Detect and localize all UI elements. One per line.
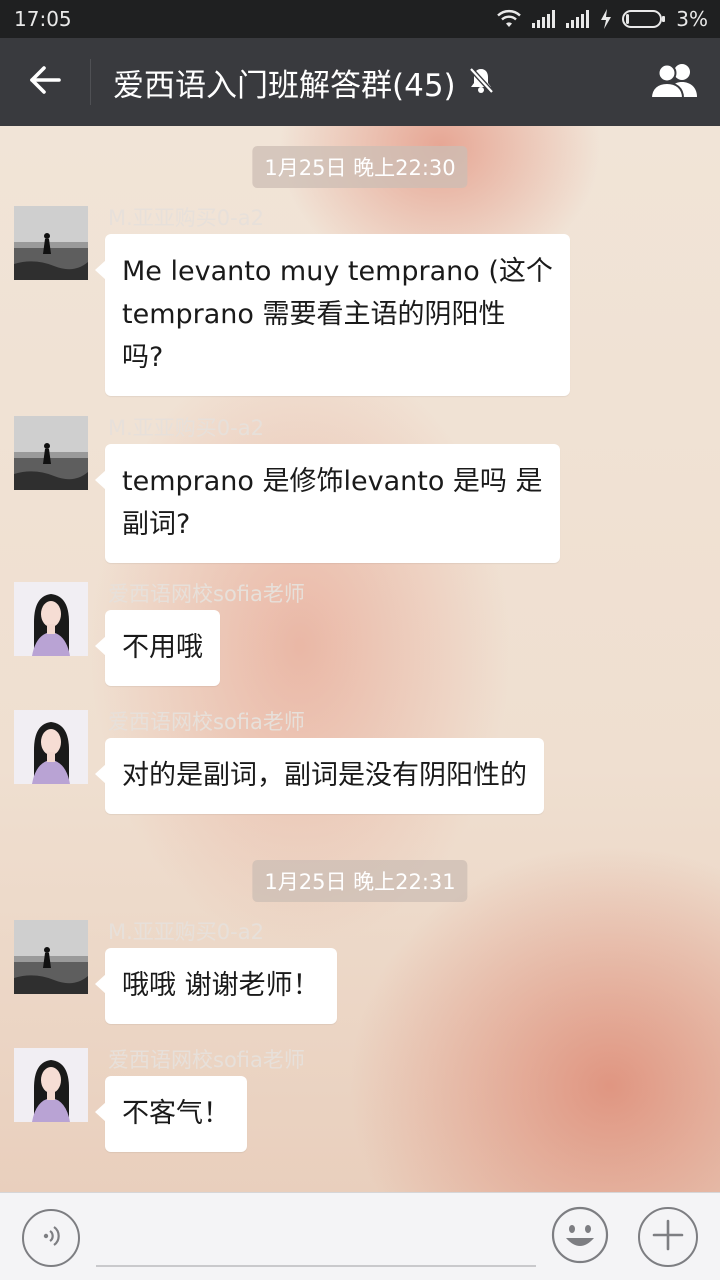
back-arrow-icon	[28, 65, 62, 99]
chat-header: 爱西语入门班解答群(45)	[0, 38, 720, 126]
message-line: temprano 需要看主语的阴阳性	[122, 299, 506, 330]
emoji-button[interactable]	[550, 1206, 610, 1268]
avatar-woman[interactable]	[14, 1048, 88, 1122]
message-bubble[interactable]: 不客气！	[95, 1076, 247, 1152]
timestamp: 1月25日 晚上22:31	[252, 860, 468, 902]
plus-icon	[652, 1219, 684, 1255]
status-icons: 3%	[496, 7, 708, 31]
message-line: 不用哦	[122, 632, 203, 663]
input-bar	[0, 1192, 720, 1280]
signal-icon	[532, 10, 556, 28]
sender-name: 爱西语网校sofia老师	[108, 582, 305, 606]
message-bubble[interactable]: 不用哦	[95, 610, 220, 686]
message-input[interactable]	[96, 1209, 536, 1267]
avatar-beach[interactable]	[14, 416, 88, 490]
battery-percent: 3%	[676, 7, 708, 31]
message-line: 吗?	[122, 342, 164, 373]
group-members-button[interactable]	[630, 38, 720, 126]
sender-name: 爱西语网校sofia老师	[108, 1048, 305, 1072]
avatar-woman[interactable]	[14, 710, 88, 784]
more-button[interactable]	[638, 1207, 698, 1267]
chat-title-area: 爱西语入门班解答群(45)	[91, 60, 630, 105]
message-line: 哦哦 谢谢老师！	[122, 970, 320, 1001]
status-time: 17:05	[14, 7, 72, 31]
charging-icon	[600, 9, 612, 29]
voice-icon	[38, 1223, 64, 1253]
status-bar: 17:05 3%	[0, 0, 720, 38]
sender-name: M.亚亚购买0-a2	[108, 920, 264, 944]
avatar-beach[interactable]	[14, 920, 88, 994]
sender-name: M.亚亚购买0-a2	[108, 206, 264, 230]
emoji-icon	[551, 1206, 609, 1268]
chat-message-list[interactable]: 1月25日 晚上22:30 M.亚亚购买0-a2 Me levanto muy …	[0, 126, 720, 1192]
wifi-icon	[496, 9, 522, 29]
avatar-woman[interactable]	[14, 582, 88, 656]
message-bubble[interactable]: 哦哦 谢谢老师！	[95, 948, 337, 1024]
message-bubble[interactable]: temprano 是修饰levanto 是吗 是 副词?	[95, 444, 560, 563]
battery-icon	[622, 9, 666, 29]
message-line: 不客气！	[122, 1098, 230, 1129]
message-bubble[interactable]: Me levanto muy temprano (这个 temprano 需要看…	[95, 234, 570, 396]
voice-button[interactable]	[22, 1209, 80, 1267]
mute-bell-icon	[466, 65, 496, 99]
message-bubble[interactable]: 对的是副词，副词是没有阴阳性的	[95, 738, 544, 814]
message-line: 副词?	[122, 509, 191, 540]
sender-name: 爱西语网校sofia老师	[108, 710, 305, 734]
message-line: Me levanto muy temprano (这个	[122, 256, 553, 287]
signal-icon	[566, 10, 590, 28]
back-button[interactable]	[0, 38, 90, 126]
message-line: temprano 是修饰levanto 是吗 是	[122, 466, 543, 497]
avatar-beach[interactable]	[14, 206, 88, 280]
sender-name: M.亚亚购买0-a2	[108, 416, 264, 440]
group-members-icon	[649, 61, 701, 103]
chat-title: 爱西语入门班解答群(45)	[113, 67, 456, 104]
message-line: 对的是副词，副词是没有阴阳性的	[122, 760, 527, 791]
timestamp: 1月25日 晚上22:30	[252, 146, 468, 188]
